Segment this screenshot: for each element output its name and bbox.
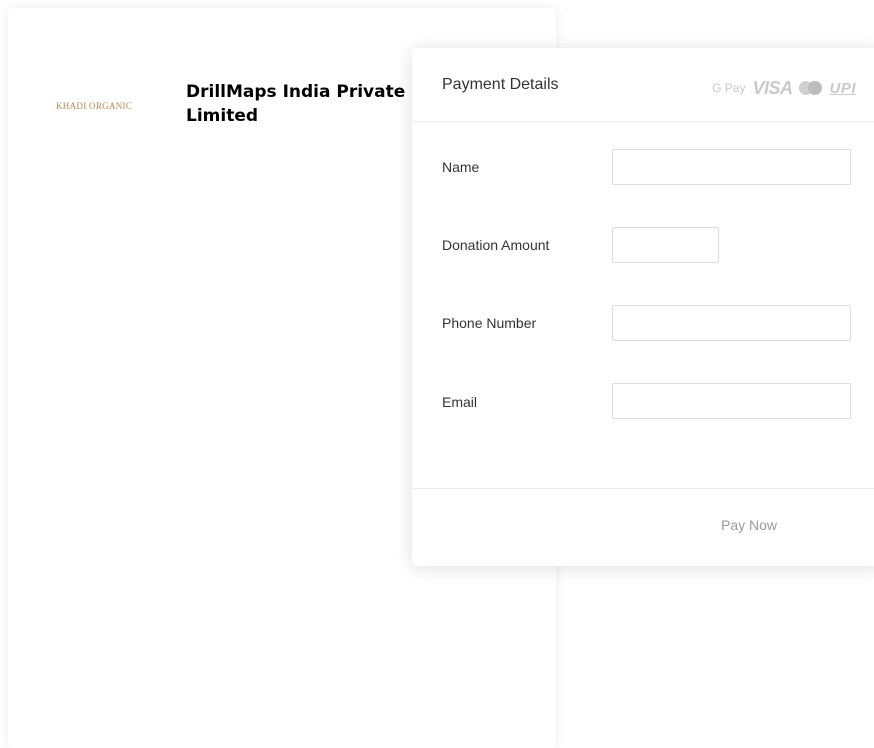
merchant-logo: KHADI ORGANIC: [56, 101, 133, 111]
gpay-icon: G Pay: [712, 81, 746, 95]
merchant-name: DrillMaps India Private Limited: [186, 82, 406, 126]
name-label: Name: [442, 159, 480, 175]
payment-footer: Pay Now: [412, 488, 874, 567]
payment-form-card: Payment Details G Pay VISA UPI Name Dona…: [412, 48, 874, 566]
payment-header: Payment Details G Pay VISA UPI: [412, 48, 874, 122]
payment-title: Payment Details: [442, 76, 559, 93]
phone-number-label: Phone Number: [442, 315, 537, 331]
email-input[interactable]: [612, 383, 851, 419]
visa-icon: VISA: [752, 77, 793, 98]
donation-amount-label: Donation Amount: [442, 237, 550, 253]
pay-now-button[interactable]: Pay Now: [721, 517, 777, 533]
payment-methods: G Pay VISA UPI: [712, 77, 856, 99]
mastercard-icon: [799, 81, 823, 95]
donation-amount-input[interactable]: [612, 227, 719, 263]
upi-icon: UPI: [829, 79, 856, 97]
phone-number-input[interactable]: [612, 305, 851, 341]
name-input[interactable]: [612, 149, 851, 185]
email-label: Email: [442, 394, 478, 410]
